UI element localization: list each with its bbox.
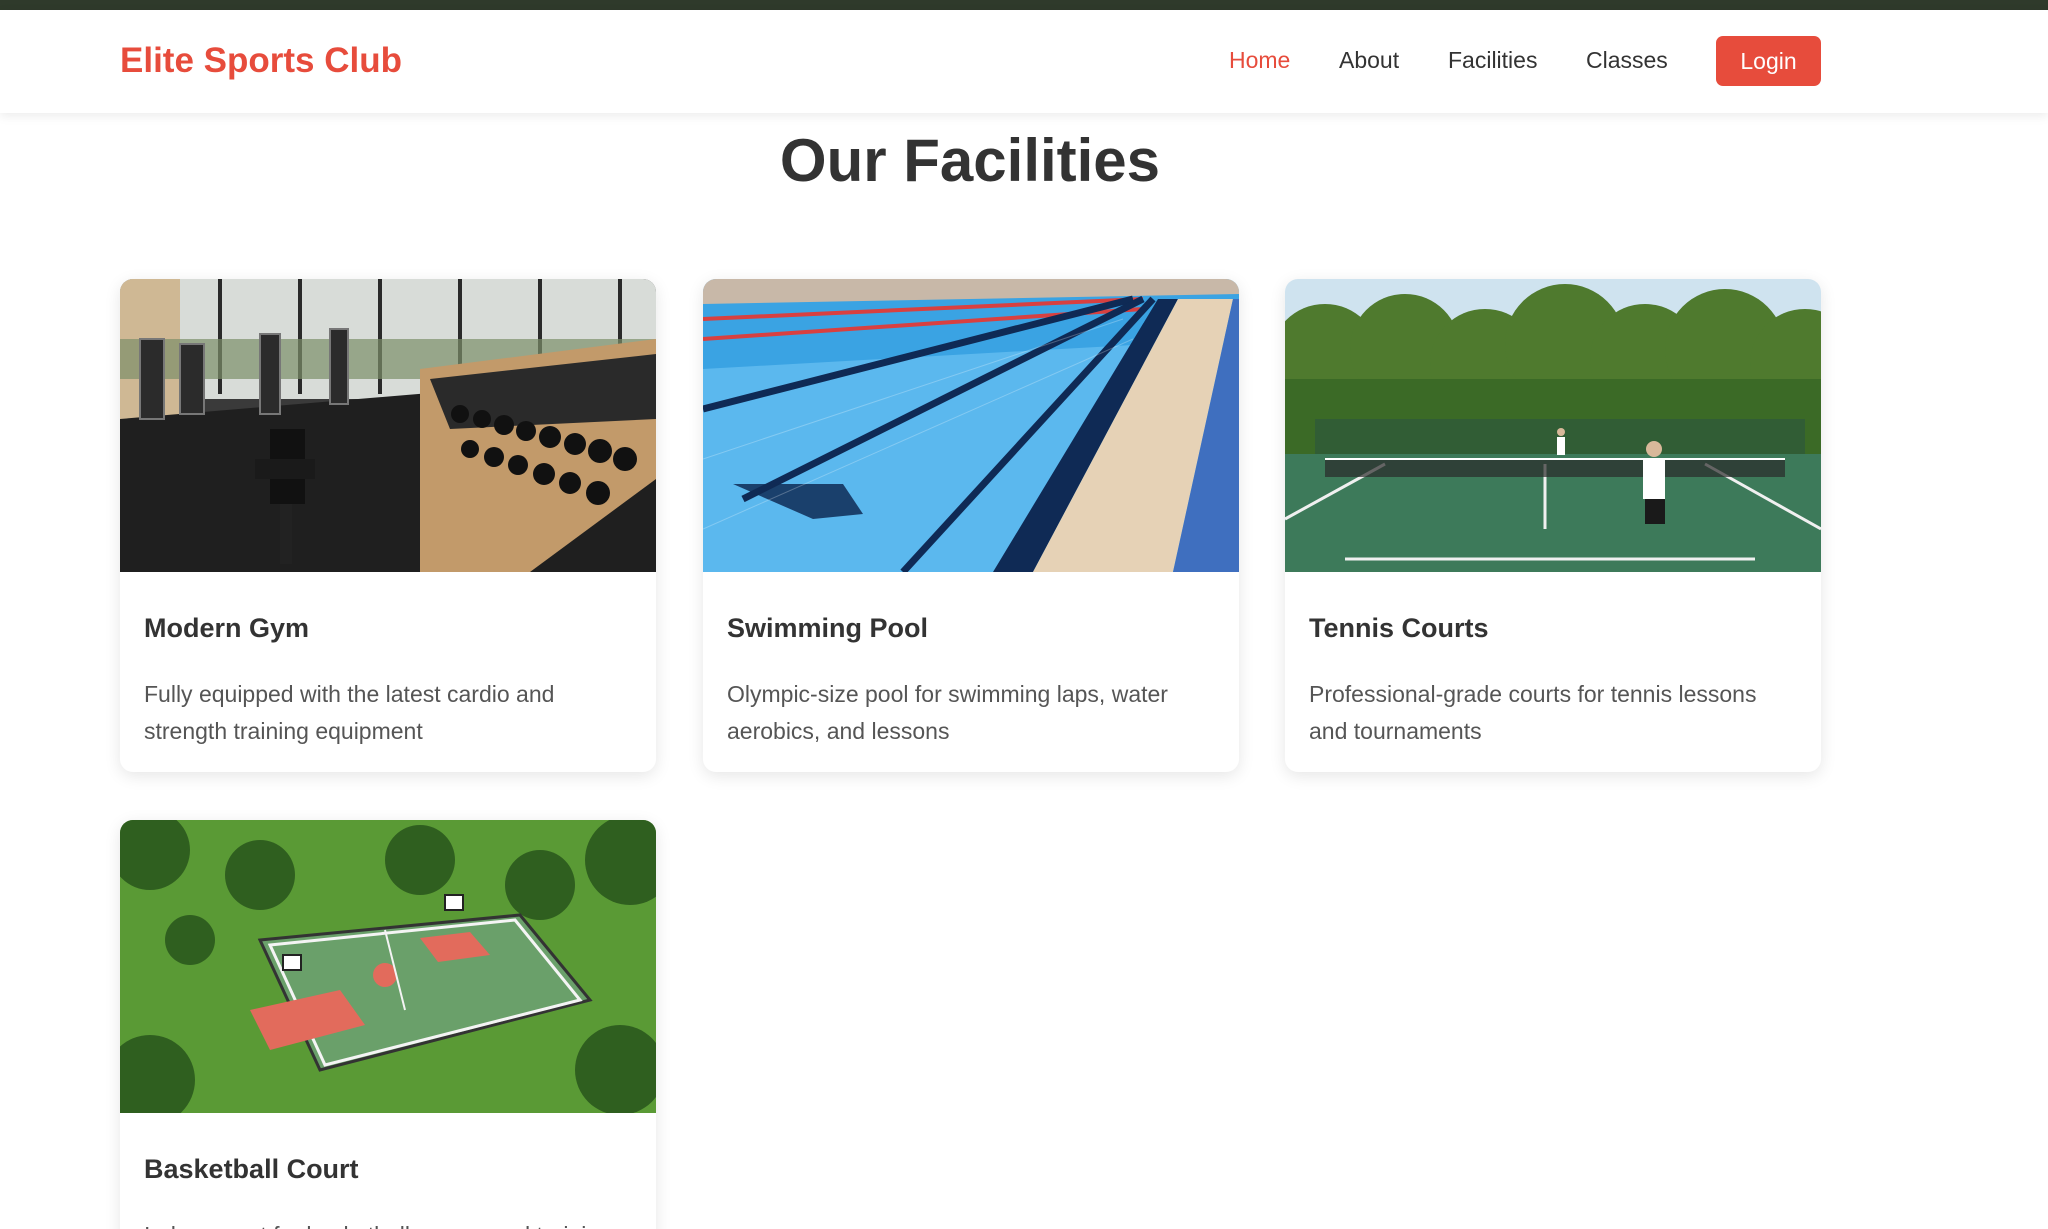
nav-home[interactable]: Home [1229, 46, 1290, 74]
brand-logo[interactable]: Elite Sports Club [120, 40, 402, 82]
tennis-photo [1285, 279, 1821, 572]
basketball-photo [120, 820, 656, 1113]
login-button[interactable]: Login [1716, 36, 1821, 86]
facility-title: Modern Gym [144, 613, 310, 643]
facility-description: Fully equipped with the latest cardio an… [144, 681, 555, 744]
facility-card-tennis[interactable]: Tennis Courts Professional-grade courts … [1285, 279, 1821, 772]
facility-title: Swimming Pool [727, 613, 929, 643]
page-title: Our Facilities [779, 127, 1161, 194]
nav-about[interactable]: About [1339, 46, 1399, 74]
pool-photo [703, 279, 1239, 572]
facility-title: Basketball Court [144, 1154, 359, 1184]
facility-description: Olympic-size pool for swimming laps, wat… [727, 681, 1168, 744]
top-strip [0, 0, 2048, 10]
nav-facilities[interactable]: Facilities [1448, 46, 1537, 74]
facility-description: Indoor court for basketball games and tr… [144, 1217, 632, 1229]
facility-description: Professional-grade courts for tennis les… [1309, 681, 1757, 744]
gym-photo [120, 279, 656, 572]
facility-card-gym[interactable]: Modern Gym Fully equipped with the lates… [120, 279, 656, 772]
facility-card-pool[interactable]: Swimming Pool Olympic-size pool for swim… [703, 279, 1239, 772]
facility-title: Tennis Courts [1309, 613, 1489, 643]
navbar: Elite Sports Club Home About Facilities … [0, 10, 2048, 113]
nav-classes[interactable]: Classes [1586, 46, 1668, 74]
facility-card-basketball[interactable]: Basketball Court Indoor court for basket… [120, 820, 656, 1229]
